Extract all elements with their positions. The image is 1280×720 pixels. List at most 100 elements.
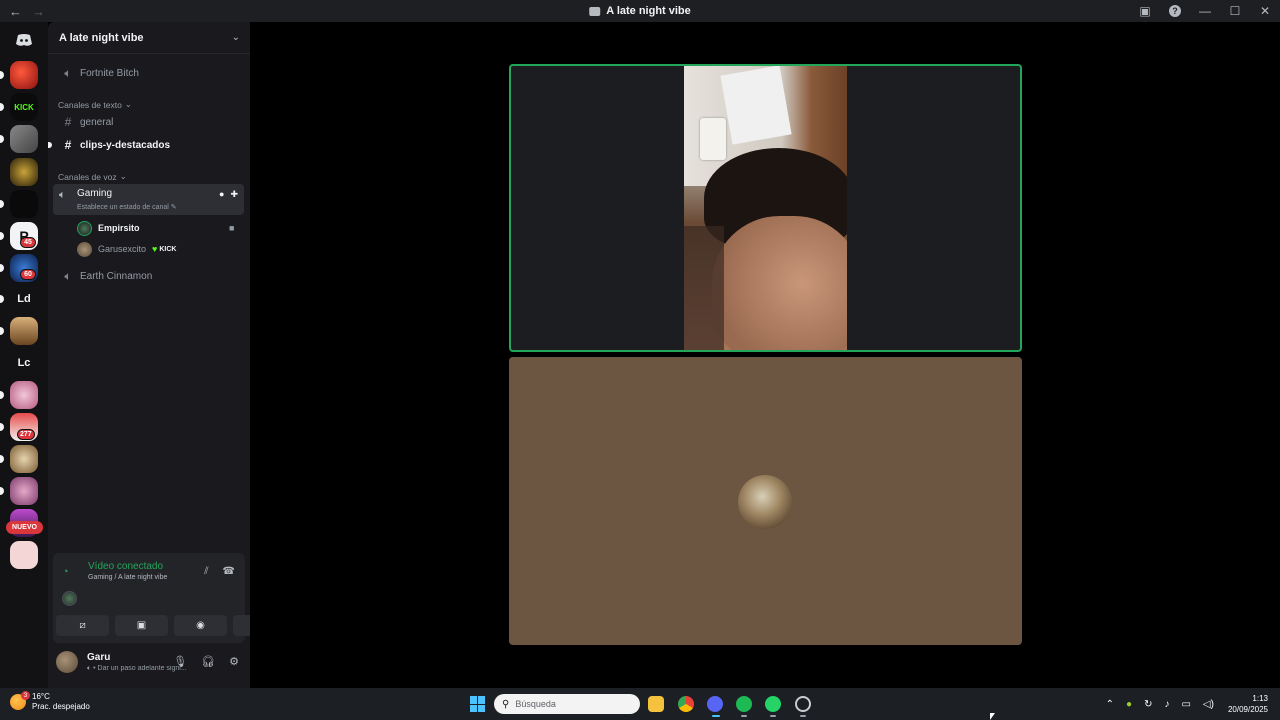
chevron-up-icon[interactable]: ⌃ [1106,699,1114,710]
clock-time: 1:13 [1252,694,1268,703]
server-icon[interactable] [10,541,38,569]
video-tile-speaking[interactable] [509,64,1022,352]
share-screen-button[interactable]: ▣ [115,615,168,636]
active-app-indicator [712,715,720,717]
server-icon[interactable] [10,190,38,218]
category-label: Canales de texto [58,99,122,110]
sync-icon[interactable]: ↻ [1144,699,1152,710]
hash-icon: # [64,115,72,129]
discord-home-button[interactable] [10,26,38,54]
new-badge: NUEVO [6,521,43,534]
help-icon: ? [1169,5,1181,17]
voice-channel-gaming[interactable]: 🔈︎ Gaming Establece un estado de canal ✎… [53,184,244,215]
server-rail: KICK P 45 60 Ld Lc 277 NUEVO [0,22,48,688]
server-icon[interactable] [10,125,38,153]
category-label: Canales de voz [58,171,117,182]
app-tray-icon[interactable]: ● [1126,699,1132,710]
signal-icon[interactable]: ◔ [62,566,69,578]
mention-badge: 277 [17,429,35,440]
server-icon-ld[interactable]: Ld [10,285,38,313]
voice-status-title: Vídeo conectado [88,561,164,572]
channel-label: Gaming [77,188,113,199]
weather-widget[interactable]: 3 16°C Prac. despejado [10,691,90,712]
voice-panel-actions: ⫽ ☎ [204,566,235,577]
title-bar: ← → A late night vibe ▣ ? — ☐ ✕ [0,0,1280,22]
minimize-button[interactable]: — [1190,0,1220,22]
user-name[interactable]: Garu [87,652,110,663]
server-icon[interactable] [10,477,38,505]
server-icon-kick[interactable]: KICK [10,93,38,121]
noise-suppression-icon[interactable]: ⫽ [204,566,208,577]
video-tile-avatar[interactable] [509,357,1022,645]
forward-arrow-icon[interactable]: → [32,4,45,19]
voice-member[interactable]: Garusexcito ♥ KICK [77,240,177,258]
network-icon[interactable]: ▭ [1181,699,1190,710]
server-icon[interactable] [10,381,38,409]
activity-avatar[interactable] [62,591,77,606]
voice-connection-panel: ◔ Vídeo conectado Gaming / A late night … [53,553,286,643]
microphone-icon[interactable]: 🎙︎ [173,655,187,668]
volume-icon[interactable]: ◁) [1203,699,1214,710]
channel-label: general [80,116,114,128]
voice-status-subtitle[interactable]: Gaming / A late night vibe [88,574,167,581]
server-icon[interactable] [10,61,38,89]
channel-sidebar: A late night vibe ⌄ 🔈︎ Fortnite Bitch Ca… [48,22,286,688]
clock-date: 20/09/2025 [1227,705,1268,714]
server-icon-lc[interactable]: Lc [10,349,38,377]
mention-badge: 45 [20,237,36,248]
running-app-indicator [800,715,806,717]
file-explorer-icon[interactable] [648,696,664,712]
user-avatar[interactable] [56,651,78,673]
back-arrow-icon[interactable]: ← [9,4,22,19]
chat-bubble-icon[interactable]: ● [219,189,224,200]
voice-channel-fortnite[interactable]: 🔈︎ Fortnite Bitch [54,63,244,83]
window-title-text: A late night vibe [606,5,691,17]
channel-actions: ● ✚ [219,189,238,200]
microphone-tray-icon[interactable]: ♪ [1164,699,1169,710]
maximize-button[interactable]: ☐ [1220,0,1250,22]
text-channel-clips[interactable]: # clips-y-destacados [48,135,244,155]
start-button[interactable] [470,696,486,712]
server-icon[interactable] [10,317,38,345]
whatsapp-icon[interactable] [765,696,781,712]
gear-icon[interactable]: ⚙ [229,655,239,668]
voice-member[interactable]: Empirsito ■ [77,219,234,237]
speaker-icon: 🔈︎ [64,268,72,283]
server-unread-pill [0,423,4,431]
channel-label: Earth Cinnamon [80,270,153,282]
channel-status[interactable]: Establece un estado de canal ✎ [77,203,177,211]
voice-channel-earth[interactable]: 🔈︎ Earth Cinnamon [54,266,244,286]
text-category[interactable]: Canales de texto ⌄ [58,99,132,110]
heart-icon: ♥ [152,244,158,254]
clock[interactable]: 1:13 20/09/2025 [1228,693,1268,715]
camera-icon: ■ [229,223,235,233]
voice-stage [250,22,1280,688]
server-unread-pill [0,232,4,240]
steam-icon[interactable] [795,696,811,712]
server-icon-crown[interactable] [10,158,38,186]
running-app-indicator [741,715,747,717]
spotify-icon[interactable] [736,696,752,712]
add-user-icon[interactable]: ✚ [230,189,238,200]
discord-taskbar-icon[interactable] [707,696,723,712]
text-channel-general[interactable]: # general [54,112,244,132]
chevron-down-icon: ⌄ [124,99,132,109]
mouse-cursor [990,713,995,720]
discord-logo-icon [16,34,32,46]
server-icon[interactable] [10,445,38,473]
chevron-down-icon: ⌄ [119,171,127,181]
inbox-icon[interactable]: ▣ [1130,0,1160,22]
help-button[interactable]: ? [1160,0,1190,22]
close-button[interactable]: ✕ [1250,0,1280,22]
disconnect-icon[interactable]: ☎ [223,566,235,577]
server-unread-pill [0,103,4,111]
chrome-icon[interactable] [678,696,694,712]
taskbar-search[interactable]: ⚲ Búsqueda [494,694,640,714]
camera-off-button[interactable]: ⧄ [56,615,109,636]
voice-category[interactable]: Canales de voz ⌄ [58,171,127,182]
activities-button[interactable]: ◉ [174,615,227,636]
guild-header[interactable]: A late night vibe ⌄ [48,22,250,54]
system-tray: ⌃ ● ↻ ♪ ▭ ◁) 1:13 20/09/2025 [1100,688,1280,720]
headphones-icon[interactable]: 🎧︎ [201,655,215,668]
mention-badge: 60 [20,269,36,280]
